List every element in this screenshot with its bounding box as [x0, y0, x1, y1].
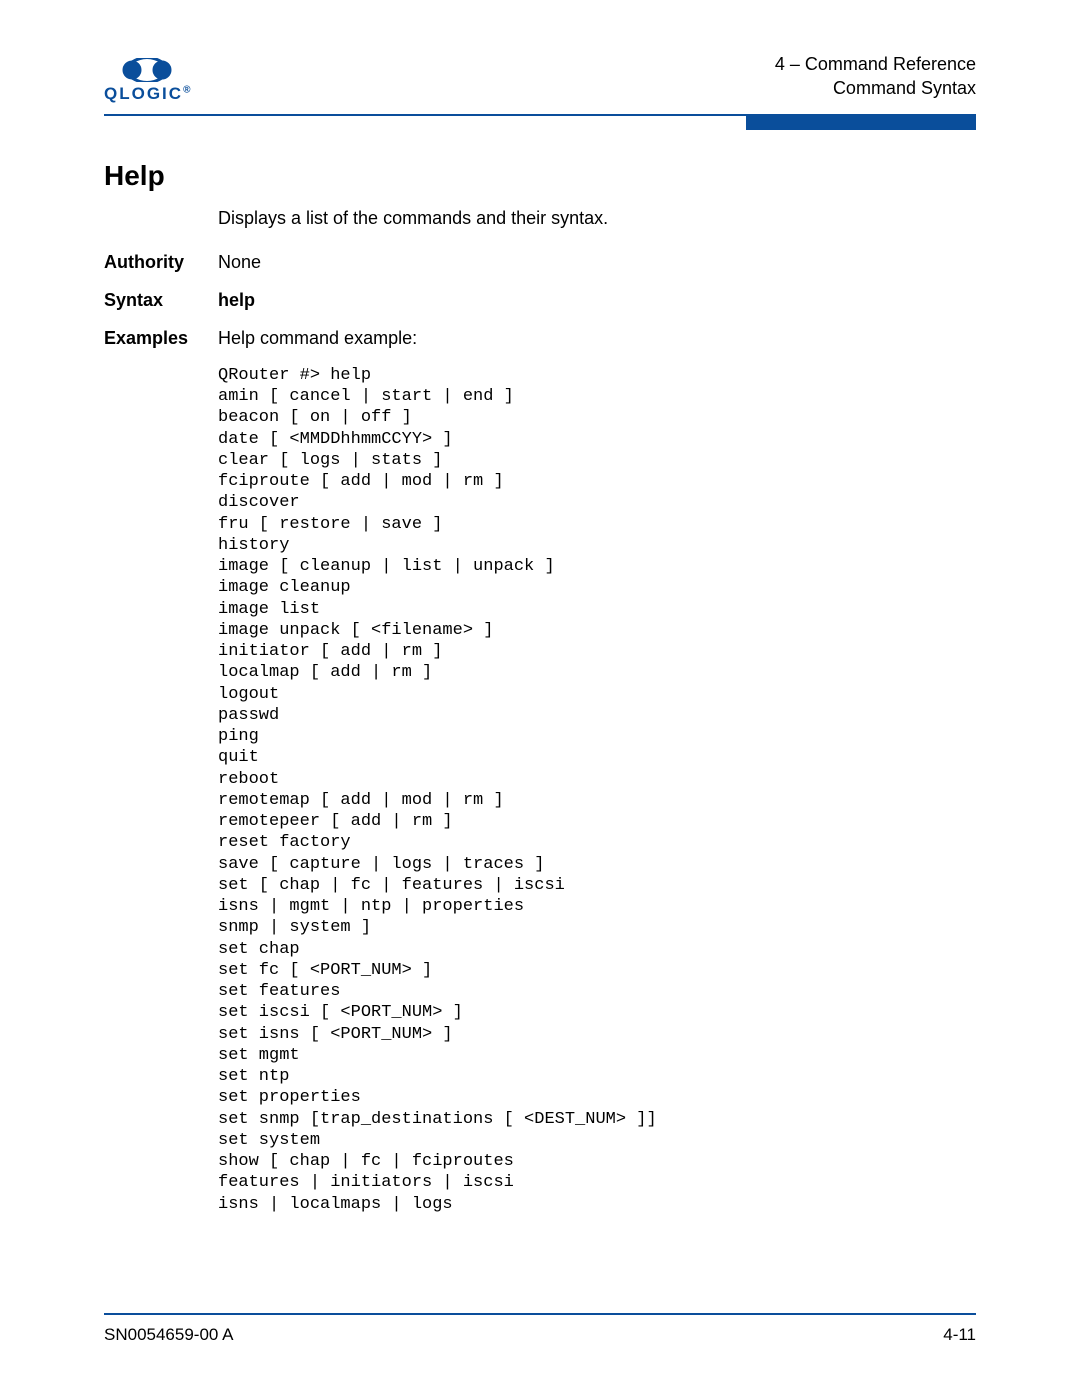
syntax-label: Syntax	[104, 288, 218, 312]
header-rule	[104, 114, 976, 130]
logo-text: QLOGIC®	[104, 84, 190, 104]
syntax-row: Syntax help	[104, 288, 976, 312]
footer-rule	[104, 1313, 976, 1315]
section-intro: Displays a list of the commands and thei…	[218, 206, 976, 230]
section-title: Help	[104, 160, 976, 192]
authority-value: None	[218, 250, 261, 274]
syntax-value: help	[218, 288, 255, 312]
header-info: 4 – Command Reference Command Syntax	[775, 52, 976, 104]
page-number: 4-11	[943, 1325, 976, 1345]
qlogic-mark-icon	[117, 58, 177, 82]
chapter-title: 4 – Command Reference	[775, 52, 976, 76]
page-header: QLOGIC® 4 – Command Reference Command Sy…	[104, 52, 976, 114]
examples-row: Examples Help command example:	[104, 326, 976, 350]
doc-number: SN0054659-00 A	[104, 1325, 234, 1345]
page: QLOGIC® 4 – Command Reference Command Sy…	[0, 0, 1080, 1397]
examples-value: Help command example:	[218, 326, 417, 350]
code-output: QRouter #> help amin [ cancel | start | …	[218, 365, 976, 1215]
examples-label: Examples	[104, 326, 218, 350]
page-footer: SN0054659-00 A 4-11	[104, 1313, 976, 1345]
authority-row: Authority None	[104, 250, 976, 274]
content: Help Displays a list of the commands and…	[104, 130, 976, 1215]
authority-label: Authority	[104, 250, 218, 274]
logo-name: QLOGIC	[104, 84, 183, 103]
logo: QLOGIC®	[104, 58, 190, 104]
chapter-subtitle: Command Syntax	[775, 76, 976, 100]
